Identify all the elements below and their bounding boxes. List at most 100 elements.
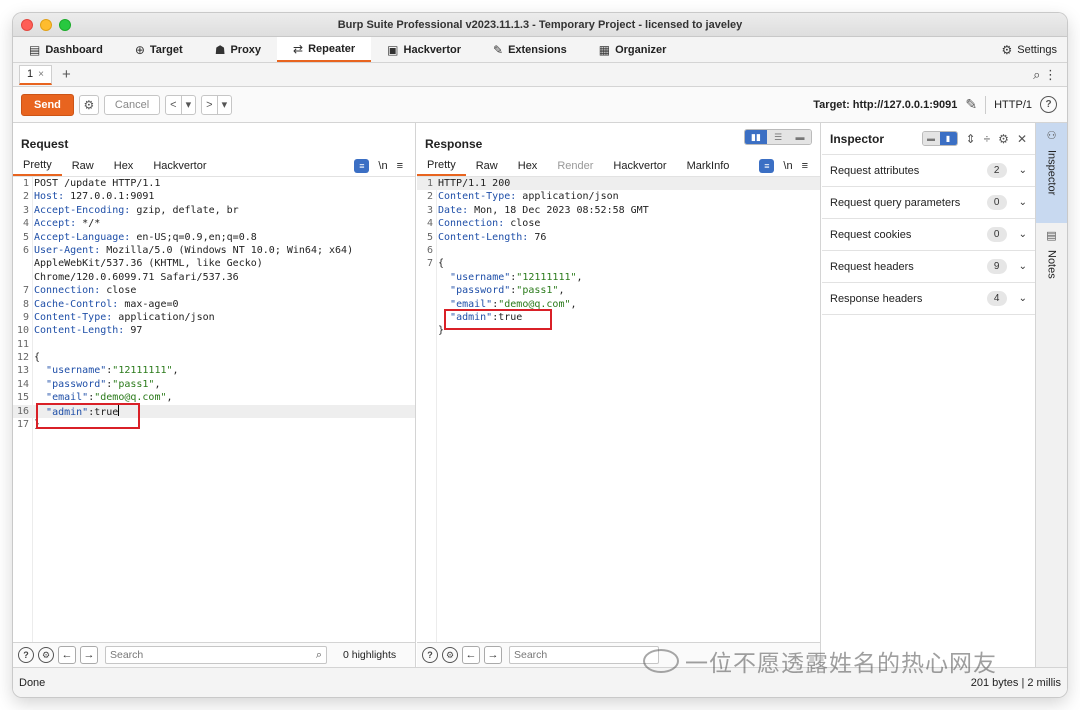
- code-text: {: [34, 352, 41, 364]
- inspector-section[interactable]: Request query parameters 0 ⌄: [822, 187, 1035, 219]
- newline-toggle[interactable]: \n: [378, 160, 387, 172]
- request-search-input[interactable]: Search ⌕: [105, 646, 327, 664]
- response-search-input[interactable]: Search: [509, 646, 659, 664]
- history-forward-button[interactable]: > ▾: [201, 94, 233, 115]
- wrap-lines-icon[interactable]: ≡: [759, 159, 775, 173]
- arrow-left-icon[interactable]: ←: [462, 646, 480, 664]
- close-icon[interactable]: ✕: [1017, 132, 1027, 146]
- tab-hackvertor[interactable]: Hackvertor: [603, 156, 676, 176]
- menu-organizer[interactable]: ▦ Organizer: [583, 37, 683, 62]
- split-horizontal-icon[interactable]: ▮▮: [745, 130, 767, 144]
- wrap-lines-icon[interactable]: ≡: [354, 159, 370, 173]
- header-name: Cache-Control:: [34, 298, 119, 310]
- edit-target-icon[interactable]: ✎: [965, 96, 977, 113]
- send-settings-icon[interactable]: ⚙: [78, 94, 99, 115]
- response-editor[interactable]: 1 HTTP/1.1 200 2 Content-Type: application/…: [417, 176, 820, 642]
- menu-proxy[interactable]: ☗ Proxy: [199, 37, 277, 62]
- right-sidebar: ⚇ Inspector ▤ Notes: [1036, 123, 1067, 667]
- help-icon[interactable]: ?: [422, 647, 438, 663]
- json-separator: ,: [576, 271, 583, 283]
- close-window-button[interactable]: [21, 19, 33, 31]
- header-value: gzip, deflate, br: [130, 204, 239, 216]
- search-placeholder: Search: [110, 649, 144, 661]
- menu-repeater[interactable]: ⇄ Repeater: [277, 37, 372, 62]
- tab-pretty[interactable]: Pretty: [417, 156, 466, 176]
- window-controls: [21, 19, 71, 31]
- collapse-all-icon[interactable]: ÷: [984, 132, 991, 146]
- line-number: 3: [22, 204, 29, 216]
- menu-hackvertor[interactable]: ▣ Hackvertor: [371, 37, 477, 62]
- history-back-button[interactable]: < ▾: [165, 94, 197, 115]
- minimize-window-button[interactable]: [40, 19, 52, 31]
- header-name: User-Agent:: [34, 244, 101, 256]
- menu-extensions[interactable]: ✎ Extensions: [477, 37, 583, 62]
- json-value: "pass1": [112, 378, 155, 390]
- layout-toggle[interactable]: ▮▮ ☰ ▬: [744, 129, 812, 145]
- header-name: Accept-Language:: [34, 231, 131, 243]
- code-line: 1 POST /update HTTP/1.1: [13, 177, 415, 190]
- http-version[interactable]: HTTP/1: [994, 99, 1032, 111]
- header-name: Content-Type:: [438, 191, 517, 203]
- inspector-section[interactable]: Request headers 9 ⌄: [822, 251, 1035, 283]
- arrow-left-icon[interactable]: ←: [58, 646, 76, 664]
- sidebar-tab-inspector[interactable]: ⚇ Inspector: [1036, 123, 1067, 223]
- arrow-right-icon[interactable]: →: [80, 646, 98, 664]
- help-icon[interactable]: ?: [18, 647, 34, 663]
- header-value: Mon, 18 Dec 2023 08:52:58 GMT: [468, 204, 649, 216]
- menu-icon[interactable]: ≡: [802, 160, 808, 172]
- gear-icon[interactable]: ⚙: [442, 647, 458, 663]
- json-value: "demo@q.com": [498, 298, 571, 310]
- tab-markinfo[interactable]: MarkInfo: [677, 156, 740, 176]
- tab-raw[interactable]: Raw: [466, 156, 508, 176]
- inspector-section[interactable]: Response headers 4 ⌄: [822, 283, 1035, 315]
- tab-hex[interactable]: Hex: [104, 156, 144, 176]
- json-separator: ,: [154, 378, 161, 390]
- highlight-box-admin-request: [36, 403, 140, 429]
- code-line: 5 Content-Length: 76: [417, 231, 820, 244]
- count-badge: 0: [986, 195, 1007, 210]
- tab-pretty[interactable]: Pretty: [13, 156, 62, 176]
- expand-all-icon[interactable]: ⇕: [966, 132, 976, 146]
- menu-settings[interactable]: ⚙ Settings: [985, 37, 1067, 62]
- tab-hackvertor[interactable]: Hackvertor: [143, 156, 216, 176]
- repeater-tab-1[interactable]: 1 ×: [19, 64, 52, 85]
- gear-icon[interactable]: ⚙: [998, 132, 1009, 146]
- tab-raw[interactable]: Raw: [62, 156, 104, 176]
- tab-render[interactable]: Render: [547, 156, 603, 176]
- help-icon[interactable]: ?: [1040, 96, 1057, 113]
- inspector-section-label: Request attributes: [830, 164, 920, 177]
- inspector-section[interactable]: Request attributes 2 ⌄: [822, 155, 1035, 187]
- add-tab-button[interactable]: +: [62, 66, 71, 83]
- search-tabs-icon[interactable]: ⌕ ⋮: [1033, 67, 1057, 83]
- inspector-section[interactable]: Request cookies 0 ⌄: [822, 219, 1035, 251]
- menu-icon[interactable]: ≡: [397, 160, 403, 172]
- send-button[interactable]: Send: [21, 93, 74, 116]
- target-info: Target: http://127.0.0.1:9091 ✎ HTTP/1 ?: [813, 95, 1067, 114]
- header-value: close: [504, 218, 541, 230]
- split-vertical-icon[interactable]: ☰: [767, 130, 789, 144]
- dashboard-icon: ▤: [29, 42, 41, 57]
- menu-dashboard-label: Dashboard: [45, 43, 103, 56]
- zoom-window-button[interactable]: [59, 19, 71, 31]
- menu-target[interactable]: ⊕ Target: [119, 37, 199, 62]
- chevron-down-icon: ⌄: [1018, 165, 1027, 176]
- code-line: 8 Cache-Control: max-age=0: [13, 298, 415, 311]
- request-view-tabs: Pretty Raw Hex Hackvertor ≡ \n ≡: [13, 156, 415, 176]
- arrow-right-icon[interactable]: →: [484, 646, 502, 664]
- inspector-layout-toggle[interactable]: ▬ ▮: [921, 131, 958, 146]
- header-value: 97: [124, 325, 143, 337]
- gear-icon[interactable]: ⚙: [38, 647, 54, 663]
- newline-toggle[interactable]: \n: [783, 160, 792, 172]
- tab-hex[interactable]: Hex: [508, 156, 548, 176]
- code-line: 2 Host: 127.0.0.1:9091: [13, 190, 415, 203]
- header-value: 76: [528, 231, 547, 243]
- code-line: 7{: [417, 257, 820, 270]
- sidebar-tab-notes[interactable]: ▤ Notes: [1036, 223, 1067, 279]
- header-name: Connection:: [34, 285, 101, 297]
- cancel-button[interactable]: Cancel: [103, 94, 161, 115]
- close-tab-icon[interactable]: ×: [38, 69, 44, 80]
- request-editor[interactable]: 1 POST /update HTTP/1.1 2 Host: 127.0.0.1:9…: [13, 176, 415, 642]
- menu-dashboard[interactable]: ▤ Dashboard: [13, 37, 119, 62]
- menu-organizer-label: Organizer: [615, 43, 667, 56]
- tabbed-layout-icon[interactable]: ▬: [789, 130, 811, 144]
